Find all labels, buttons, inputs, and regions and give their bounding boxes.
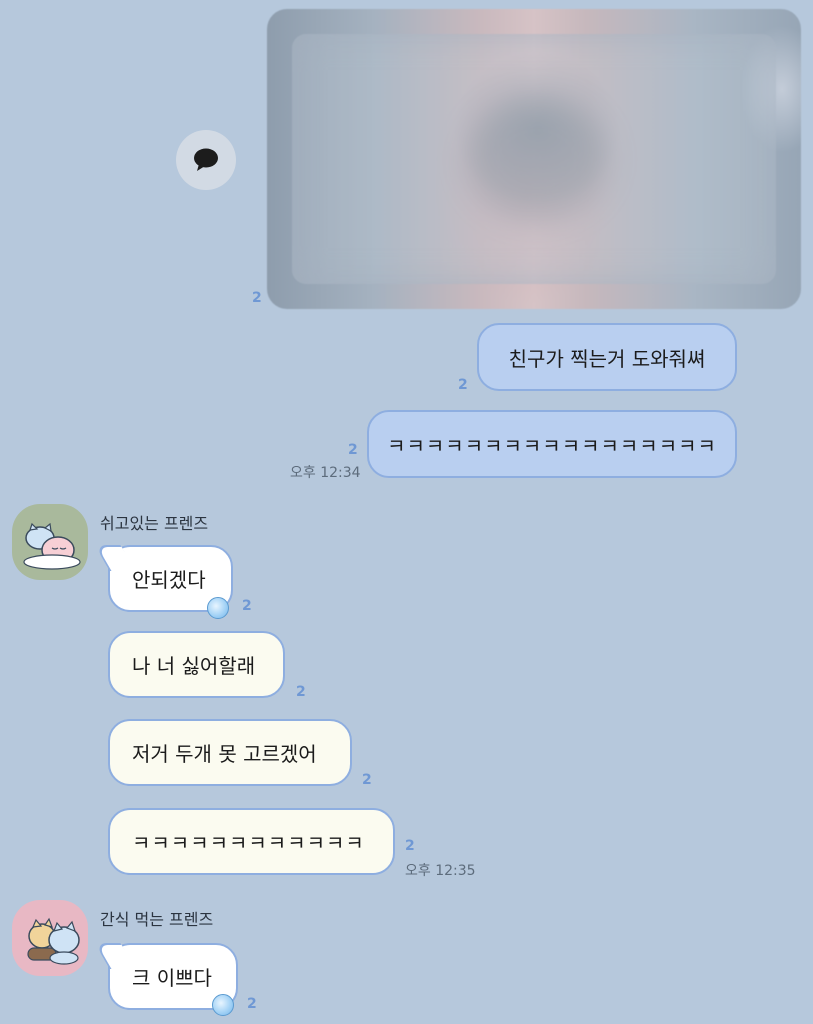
- water-drop-sticker-icon: [207, 597, 229, 619]
- message-text: 크 이쁘다: [132, 966, 212, 990]
- snacking-friends-avatar-icon: [27, 917, 80, 965]
- message-text: ㅋㅋㅋㅋㅋㅋㅋㅋㅋㅋㅋㅋ: [132, 831, 365, 855]
- their-message-bubble[interactable]: ㅋㅋㅋㅋㅋㅋㅋㅋㅋㅋㅋㅋ: [108, 808, 395, 875]
- my-message-bubble[interactable]: 친구가 찍는거 도와줘쎠: [477, 323, 737, 391]
- sender-avatar[interactable]: [12, 900, 88, 976]
- unread-count: 2: [405, 838, 415, 854]
- unread-count: 2: [348, 442, 358, 458]
- message-time: 오후 12:35: [405, 863, 476, 879]
- their-message-bubble[interactable]: 나 너 싫어할래: [108, 631, 285, 698]
- unread-count: 2: [362, 772, 372, 788]
- share-button[interactable]: [176, 130, 236, 190]
- sender-name: 간식 먹는 프렌즈: [100, 910, 214, 929]
- water-drop-sticker-icon: [212, 994, 234, 1016]
- message-text: ㅋㅋㅋㅋㅋㅋㅋㅋㅋㅋㅋㅋㅋㅋㅋㅋㅋ: [387, 433, 717, 458]
- photo-message[interactable]: [267, 9, 801, 309]
- unread-count: 2: [296, 684, 306, 700]
- message-text: 안되겠다: [132, 568, 206, 592]
- my-message-bubble[interactable]: ㅋㅋㅋㅋㅋㅋㅋㅋㅋㅋㅋㅋㅋㅋㅋㅋㅋ: [367, 410, 737, 478]
- unread-count: 2: [247, 996, 257, 1012]
- message-text: 저거 두개 못 고르겠어: [132, 742, 317, 766]
- unread-count: 2: [458, 377, 468, 393]
- sleeping-friends-avatar-icon: [23, 522, 81, 570]
- message-text: 친구가 찍는거 도와줘쎠: [508, 346, 706, 371]
- message-time: 오후 12:34: [290, 465, 361, 481]
- unread-count: 2: [242, 598, 252, 614]
- unread-count: 2: [252, 290, 262, 306]
- message-text: 나 너 싫어할래: [132, 654, 256, 678]
- share-icon: [194, 148, 218, 171]
- their-message-bubble[interactable]: 저거 두개 못 고르겠어: [108, 719, 352, 786]
- sender-name: 쉬고있는 프렌즈: [100, 514, 209, 533]
- sender-avatar[interactable]: [12, 504, 88, 580]
